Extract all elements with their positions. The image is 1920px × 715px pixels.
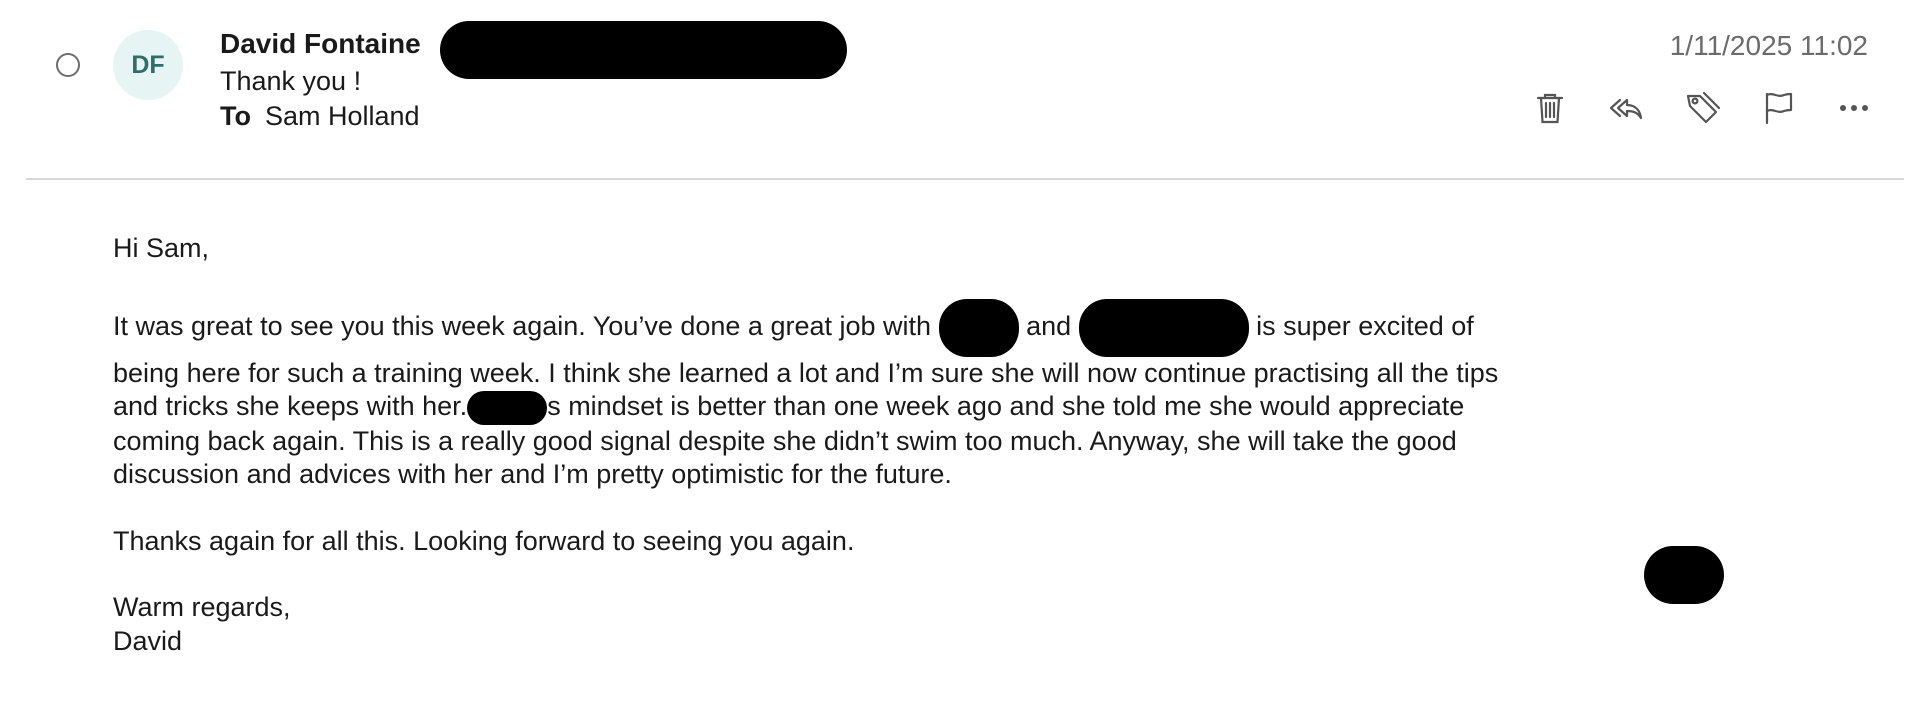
body-paragraph-1: It was great to see you this week again.… [113,298,1513,492]
header-divider [26,178,1904,180]
signature: David [113,625,183,656]
sender-name: David Fontaine [220,28,421,59]
redacted-sender-email [440,21,847,79]
avatar: DF [113,30,183,100]
email-subject: Thank you ! [220,66,362,96]
tag-icon [1686,91,1720,124]
trash-icon [1536,93,1564,124]
body-paragraph-2: Thanks again for all this. Looking forwa… [113,525,855,556]
delete-button[interactable] [1530,88,1570,128]
select-radio[interactable] [56,53,80,77]
email-header: DF David Fontaine Thank you ! To Sam Holl… [0,0,1920,180]
flag-button[interactable] [1758,88,1798,128]
paragraph-text: It was great to see you this week again.… [113,310,932,341]
more-icon [1840,105,1868,111]
redacted-name [467,390,548,425]
email-body: Hi Sam, It was great to see you this wee… [113,232,1513,658]
redacted-name [1078,298,1249,357]
avatar-initials: DF [131,50,165,79]
recipient-line: To Sam Holland [220,101,420,132]
reply-all-button[interactable] [1606,88,1646,128]
message-toolbar [1530,88,1874,128]
paragraph-text: and [1026,310,1072,341]
recipient-name: Sam Holland [264,101,420,131]
more-button[interactable] [1834,88,1874,128]
to-label: To [220,101,251,131]
tag-button[interactable] [1682,88,1722,128]
flag-icon [1765,92,1793,125]
greeting: Hi Sam, [113,233,210,263]
closing: Warm regards, [113,592,291,623]
redacted-mark [1644,546,1724,604]
redacted-name [938,298,1019,357]
email-timestamp: 1/11/2025 11:02 [1669,30,1868,61]
reply-all-icon [1609,98,1643,120]
